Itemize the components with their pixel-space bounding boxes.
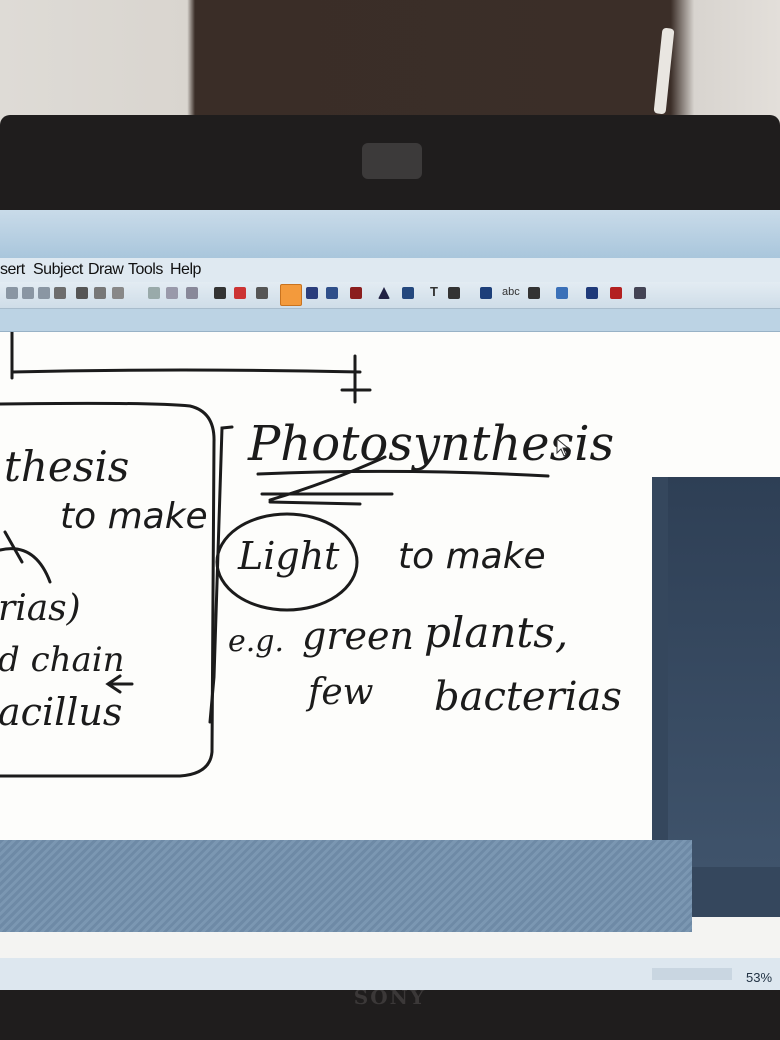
save-icon[interactable] [38, 287, 50, 299]
laptop-screen: sert Subject Draw Tools Help T abc thesi… [0, 210, 780, 990]
left-note-line5: acillus [0, 690, 123, 734]
sign-icon[interactable] [634, 287, 646, 299]
light-word: Light [238, 534, 340, 578]
triangle-icon[interactable] [378, 287, 390, 299]
screen-icon[interactable] [586, 287, 598, 299]
left-note-line1: thesis [4, 442, 130, 491]
left-note-box: thesis to make rias) d chain acillus [0, 428, 208, 778]
whiteboard-canvas[interactable]: thesis to make rias) d chain acillus Pho… [0, 332, 780, 917]
marker-icon[interactable] [280, 284, 302, 306]
left-note-line2: to make [60, 496, 208, 537]
copy-icon[interactable] [148, 287, 160, 299]
script-icon[interactable] [480, 287, 492, 299]
stamp-icon[interactable] [350, 287, 362, 299]
undo-icon[interactable] [76, 287, 88, 299]
bacterias-text: bacterias [434, 674, 622, 720]
grid-icon[interactable] [528, 287, 540, 299]
shape-pen-icon[interactable] [326, 287, 338, 299]
eg-text: e.g. [228, 624, 285, 659]
menu-subject[interactable]: Subject [33, 261, 83, 279]
few-text: few [308, 672, 374, 713]
navigation-controls[interactable] [652, 968, 732, 980]
page-icon[interactable] [186, 287, 198, 299]
left-note-line4: d chain [0, 640, 125, 680]
tab-bar [0, 309, 780, 332]
highlighter-icon[interactable] [306, 287, 318, 299]
green-text: green [302, 614, 414, 658]
toolbar: T abc [0, 282, 780, 309]
status-bar: 53% [0, 958, 780, 990]
mouse-cursor-icon [556, 438, 570, 457]
cut-icon[interactable] [112, 287, 124, 299]
window-titlebar [0, 210, 780, 258]
left-note-line3: rias) [0, 588, 81, 629]
redo-icon[interactable] [94, 287, 106, 299]
menu-bar: sert Subject Draw Tools Help [0, 258, 780, 282]
hand-icon[interactable] [54, 287, 66, 299]
pen-red-icon[interactable] [234, 287, 246, 299]
to-make-text: to make [398, 536, 546, 577]
text-tool-icon[interactable]: T [430, 284, 438, 299]
paste-icon[interactable] [166, 287, 178, 299]
new-icon[interactable] [6, 287, 18, 299]
canvas-margin [0, 840, 692, 932]
clapper-icon[interactable] [402, 287, 414, 299]
menu-draw[interactable]: Draw [88, 261, 124, 279]
webcam-icon [362, 143, 422, 179]
flask-icon[interactable] [556, 287, 568, 299]
anchor-icon[interactable] [448, 287, 460, 299]
menu-help[interactable]: Help [170, 261, 201, 279]
plants-text: plants, [424, 608, 569, 657]
eraser-icon[interactable] [256, 287, 268, 299]
open-icon[interactable] [22, 287, 34, 299]
spellcheck-icon[interactable]: abc [502, 286, 520, 298]
record-icon[interactable] [610, 287, 622, 299]
menu-tools[interactable]: Tools [128, 261, 163, 279]
select-arrow-icon[interactable] [214, 287, 226, 299]
zoom-level[interactable]: 53% [746, 970, 772, 985]
menu-insert[interactable]: sert [0, 261, 25, 279]
